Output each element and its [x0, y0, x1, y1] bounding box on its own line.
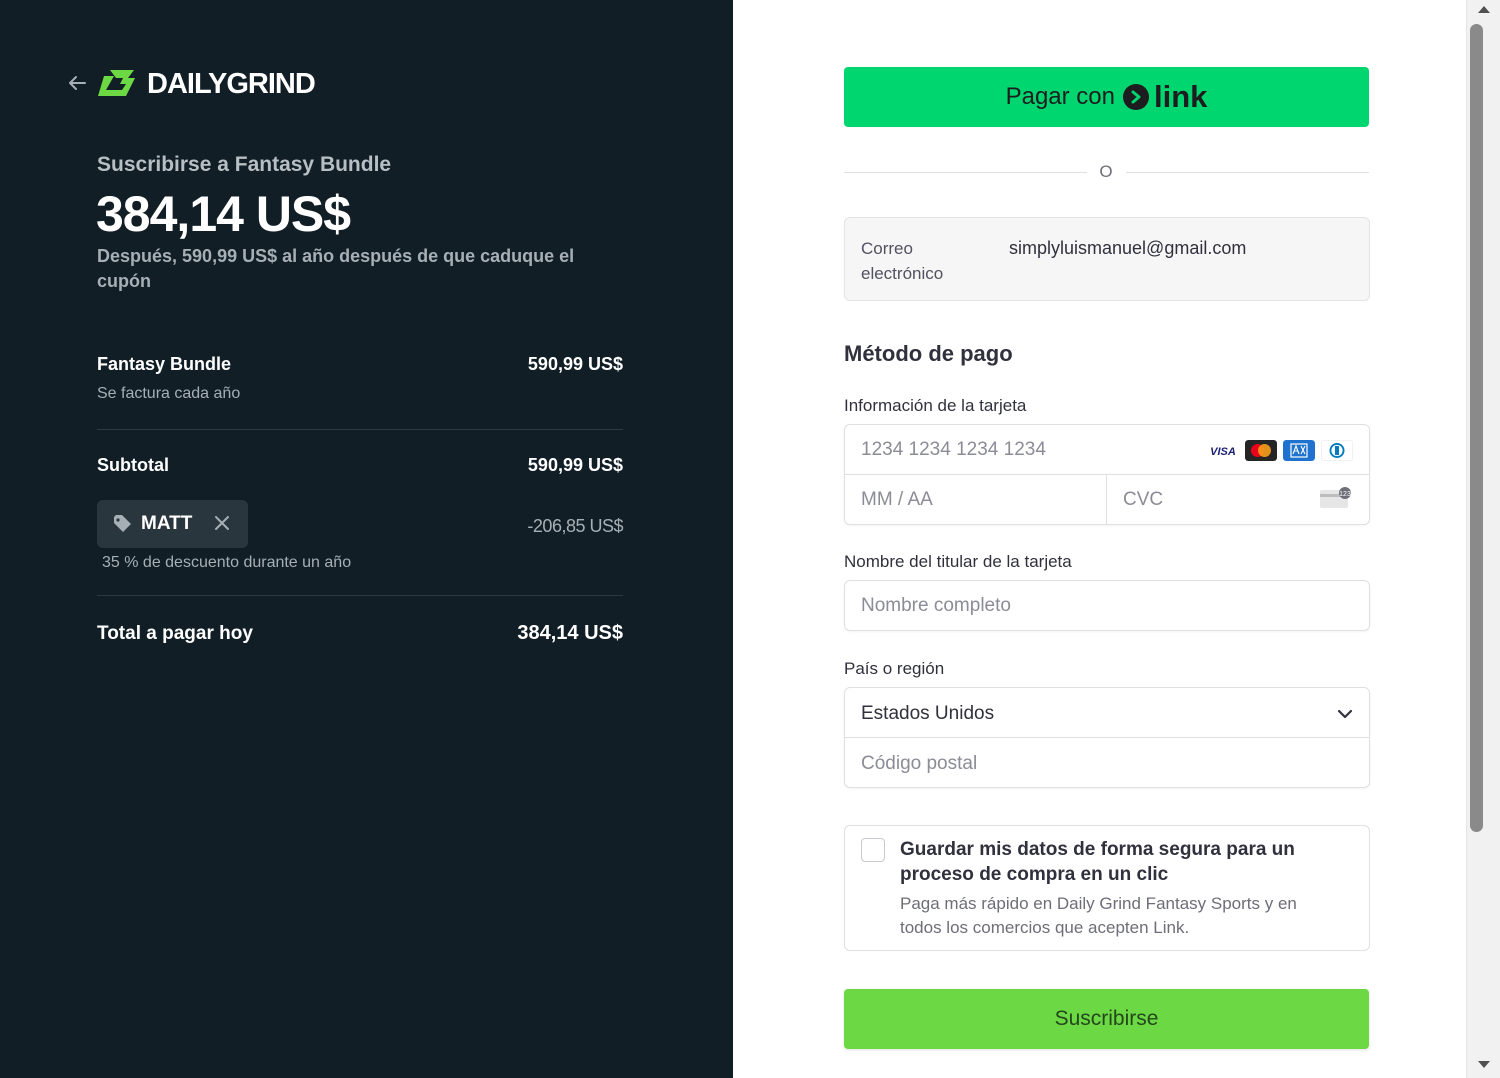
brand-name: DAILYGRIND [147, 68, 316, 100]
expiry-field[interactable]: MM / AA [861, 488, 933, 512]
card-info-label: Información de la tarjeta [844, 396, 1027, 415]
field-separator [1106, 475, 1107, 525]
card-number-placeholder: 1234 1234 1234 1234 [861, 439, 1046, 460]
tag-icon [114, 515, 131, 532]
divider [97, 429, 623, 430]
coupon-chip: MATT [97, 500, 248, 548]
subscribe-title: Suscribirse a Fantasy Bundle [97, 153, 392, 176]
email-field[interactable]: Correo electrónico simplyluismanuel@gmai… [844, 217, 1370, 301]
country-value: Estados Unidos [861, 703, 995, 724]
card-number-field[interactable]: 1234 1234 1234 1234 VISA [845, 425, 1369, 475]
coupon-code: MATT [141, 513, 193, 534]
payment-method-title: Método de pago [844, 341, 1013, 366]
diners-icon [1321, 440, 1353, 461]
divider [97, 595, 623, 596]
country-select[interactable]: Estados Unidos [845, 688, 1369, 738]
cvc-field[interactable]: CVC [1123, 488, 1163, 512]
link-brand: link [1154, 79, 1208, 114]
save-info-checkbox[interactable] [861, 838, 885, 862]
remove-coupon-icon[interactable] [213, 514, 231, 532]
email-value: simplyluismanuel@gmail.com [1009, 238, 1247, 258]
line-item-billing: Se factura cada año [97, 385, 241, 402]
pay-with-label: Pagar con [1005, 83, 1115, 110]
line-item-name: Fantasy Bundle [97, 354, 232, 374]
cardholder-placeholder: Nombre completo [861, 595, 1011, 616]
subtotal-label: Subtotal [97, 455, 169, 475]
card-input-group: 1234 1234 1234 1234 VISA MM / AA CVC 123 [844, 424, 1370, 525]
order-summary-panel: DAILYGRIND Suscribirse a Fantasy Bundle … [0, 0, 733, 1078]
visa-icon: VISA [1207, 440, 1239, 461]
page-scrollbar[interactable] [1466, 0, 1500, 1078]
discount-value: -206,85 US$ [527, 516, 623, 536]
chevron-down-icon [1337, 709, 1353, 719]
svg-text:VISA: VISA [1210, 446, 1236, 458]
cardholder-name-field[interactable]: Nombre completo [844, 580, 1370, 631]
email-label: Correo electrónico [861, 239, 944, 283]
discount-note: 35 % de descuento durante un año [102, 554, 352, 571]
save-info-title: Guardar mis datos de forma segura para u… [900, 839, 1295, 885]
total-label: Total a pagar hoy [97, 623, 253, 644]
or-divider-right [1126, 172, 1369, 173]
save-info-description: Paga más rápido en Daily Grind Fantasy S… [900, 894, 1297, 937]
payment-panel: Pagar con link O Correo electrónico simp… [733, 0, 1466, 1078]
back-arrow-icon[interactable] [66, 72, 88, 94]
address-input-group: Estados Unidos Código postal [844, 687, 1370, 788]
subscribe-button[interactable]: Suscribirse [844, 989, 1369, 1049]
total-value: 384,14 US$ [517, 622, 623, 644]
dailygrind-logo-icon [98, 70, 135, 96]
country-label: País o región [844, 659, 945, 678]
scroll-down-arrow-icon[interactable] [1478, 1061, 1490, 1068]
scrollbar-thumb[interactable] [1470, 24, 1483, 832]
save-info-card: Guardar mis datos de forma segura para u… [844, 825, 1370, 951]
postal-code-field[interactable]: Código postal [861, 752, 977, 776]
subscribe-label: Suscribirse [1054, 1007, 1159, 1030]
line-item-price: 590,99 US$ [527, 354, 623, 374]
amex-icon [1283, 440, 1315, 461]
svg-text:123: 123 [1339, 491, 1351, 498]
or-separator: O [1099, 162, 1113, 181]
headline-price: 384,14 US$ [96, 186, 351, 242]
link-logo-icon [1123, 84, 1149, 110]
renewal-note: Después, 590,99 US$ al año después de qu… [97, 246, 575, 291]
scroll-up-arrow-icon[interactable] [1478, 6, 1490, 13]
card-brands: VISA [1207, 440, 1353, 461]
pay-with-link-button[interactable]: Pagar con link [844, 67, 1369, 127]
cardholder-label: Nombre del titular de la tarjeta [844, 552, 1072, 571]
or-divider-left [844, 172, 1087, 173]
subtotal-value: 590,99 US$ [527, 455, 623, 475]
mastercard-icon [1245, 440, 1277, 461]
cvc-card-icon: 123 [1320, 487, 1351, 508]
